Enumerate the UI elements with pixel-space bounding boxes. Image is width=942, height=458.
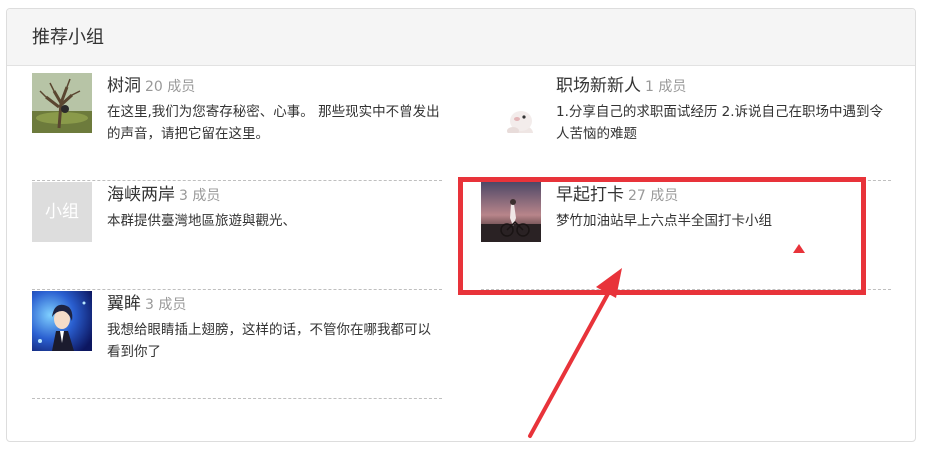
group-item[interactable]: 小组 海峡两岸 3 成员 本群提供臺灣地區旅遊與觀光、 — [32, 182, 442, 290]
group-item[interactable]: 翼眸 3 成员 我想给眼睛插上翅膀，这样的话，不管你在哪我都可以看到你了 — [32, 291, 442, 399]
group-name[interactable]: 职场新新人 1 成员 — [556, 73, 686, 100]
group-title[interactable]: 海峡两岸 — [107, 185, 175, 205]
anime-character-image[interactable] — [32, 291, 92, 351]
group-description: 我想给眼睛插上翅膀，这样的话，不管你在哪我都可以看到你了 — [107, 322, 431, 360]
group-description: 本群提供臺灣地區旅遊與觀光、 — [107, 213, 296, 229]
group-title[interactable]: 翼眸 — [107, 294, 141, 314]
group-description: 在这里,我们为您寄存秘密、心事。 那些现实中不曾发出的声音，请把它留在这里。 — [107, 104, 440, 142]
group-name[interactable]: 海峡两岸 3 成员 — [107, 182, 220, 209]
tree-painting-image[interactable] — [32, 73, 92, 133]
member-count: 1 成员 — [645, 79, 687, 95]
group-description: 1.分享自己的求职面试经历 2.诉说自己在职场中遇到令人苦恼的难题 — [556, 104, 884, 142]
group-name[interactable]: 树洞 20 成员 — [107, 73, 195, 100]
plush-toy-image[interactable] — [481, 73, 541, 133]
group-title[interactable]: 树洞 — [107, 76, 141, 96]
default-avatar[interactable]: 小组 — [32, 182, 92, 242]
group-item[interactable]: 树洞 20 成员 在这里,我们为您寄存秘密、心事。 那些现实中不曾发出的声音，请把… — [32, 73, 442, 181]
panel-header: 推荐小组 — [7, 9, 915, 66]
panel-title: 推荐小组 — [32, 27, 104, 48]
small-triangle-marker — [793, 244, 805, 253]
member-count: 3 成员 — [145, 297, 187, 313]
member-count: 20 成员 — [145, 79, 196, 95]
member-count: 3 成员 — [179, 188, 221, 204]
group-item[interactable]: 职场新新人 1 成员 1.分享自己的求职面试经历 2.诉说自己在职场中遇到令人苦恼… — [481, 73, 891, 181]
highlight-box — [458, 177, 866, 295]
group-name[interactable]: 翼眸 3 成员 — [107, 291, 186, 318]
group-title[interactable]: 职场新新人 — [556, 76, 641, 96]
